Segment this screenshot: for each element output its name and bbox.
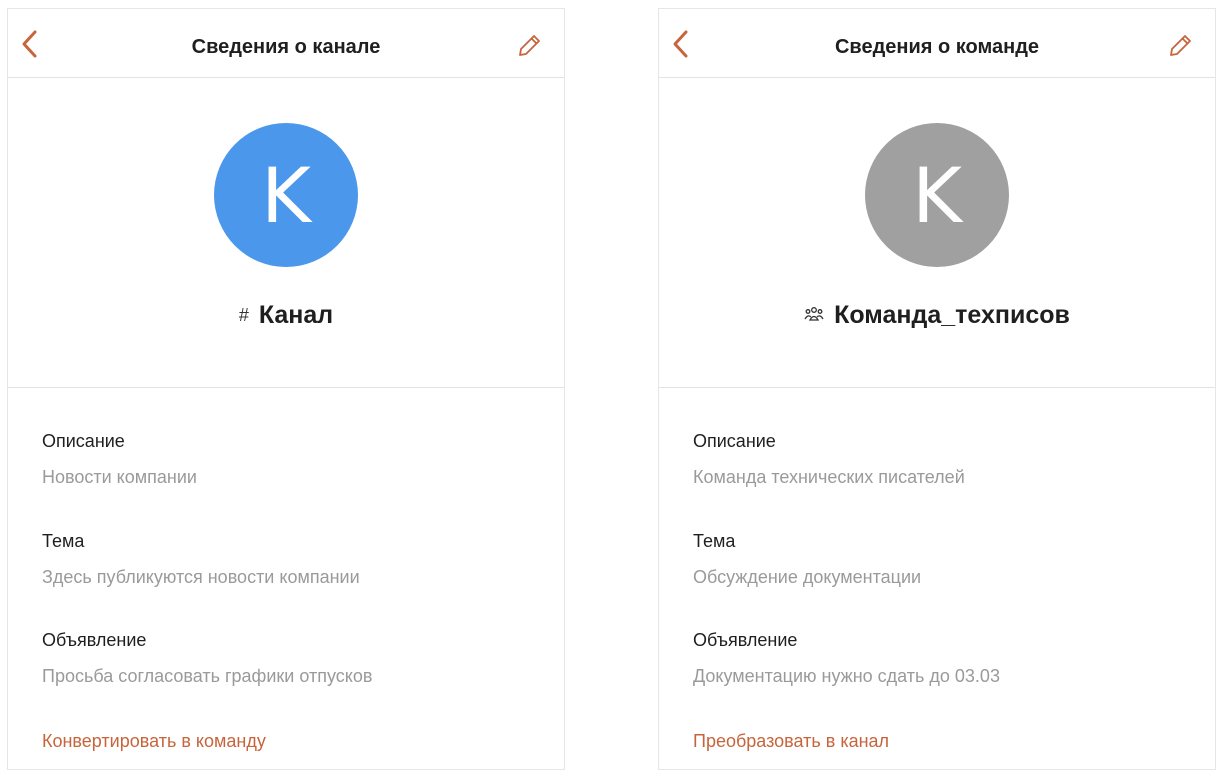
chevron-left-icon xyxy=(22,30,37,58)
team-info-panel: Сведения о команде K Команда_техписов Оп… xyxy=(658,8,1216,770)
back-button[interactable] xyxy=(14,29,44,59)
pencil-icon xyxy=(519,35,540,56)
page-title: Сведения о канале xyxy=(191,36,381,58)
topic-value: Обсуждение документации xyxy=(693,567,922,587)
channel-name-row: # Канал xyxy=(8,297,564,333)
profile-section: K Команда_техписов xyxy=(659,79,1215,388)
screen: Сведения о канале K # Канал Описание Нов… xyxy=(0,0,1216,778)
topic-label: Тема xyxy=(42,531,85,551)
channel-name: Канал xyxy=(258,300,334,329)
chevron-left-icon xyxy=(673,30,688,58)
announcement-value: Просьба согласовать графики отпусков xyxy=(42,666,373,686)
back-button[interactable] xyxy=(665,29,695,59)
avatar-letter: K xyxy=(912,150,962,240)
convert-to-channel-link[interactable]: Преобразовать в канал xyxy=(693,731,889,752)
header: Сведения о канале xyxy=(8,9,564,78)
announcement-label: Объявление xyxy=(42,630,147,650)
avatar-letter: K xyxy=(261,150,311,240)
header: Сведения о команде xyxy=(659,9,1215,78)
description-value: Новости компании xyxy=(42,467,197,487)
page-title: Сведения о команде xyxy=(834,36,1040,58)
hash-icon: # xyxy=(238,304,249,325)
announcement-label: Объявление xyxy=(693,630,798,650)
edit-button[interactable] xyxy=(1165,31,1195,61)
announcement-value: Документацию нужно сдать до 03.03 xyxy=(693,666,1000,686)
topic-label: Тема xyxy=(693,531,736,551)
channel-info-panel: Сведения о канале K # Канал Описание Нов… xyxy=(7,8,565,770)
description-label: Описание xyxy=(693,431,776,451)
pencil-icon xyxy=(1170,35,1191,56)
topic-value: Здесь публикуются новости компании xyxy=(42,567,360,587)
team-name-row: Команда_техписов xyxy=(659,297,1215,333)
avatar: K xyxy=(865,123,1009,267)
avatar: K xyxy=(214,123,358,267)
description-value: Команда технических писателей xyxy=(693,467,965,487)
profile-section: K # Канал xyxy=(8,79,564,388)
edit-button[interactable] xyxy=(514,31,544,61)
team-icon xyxy=(804,306,824,324)
convert-to-team-link[interactable]: Конвертировать в команду xyxy=(42,731,266,752)
team-name: Команда_техписов xyxy=(834,300,1070,329)
description-label: Описание xyxy=(42,431,125,451)
